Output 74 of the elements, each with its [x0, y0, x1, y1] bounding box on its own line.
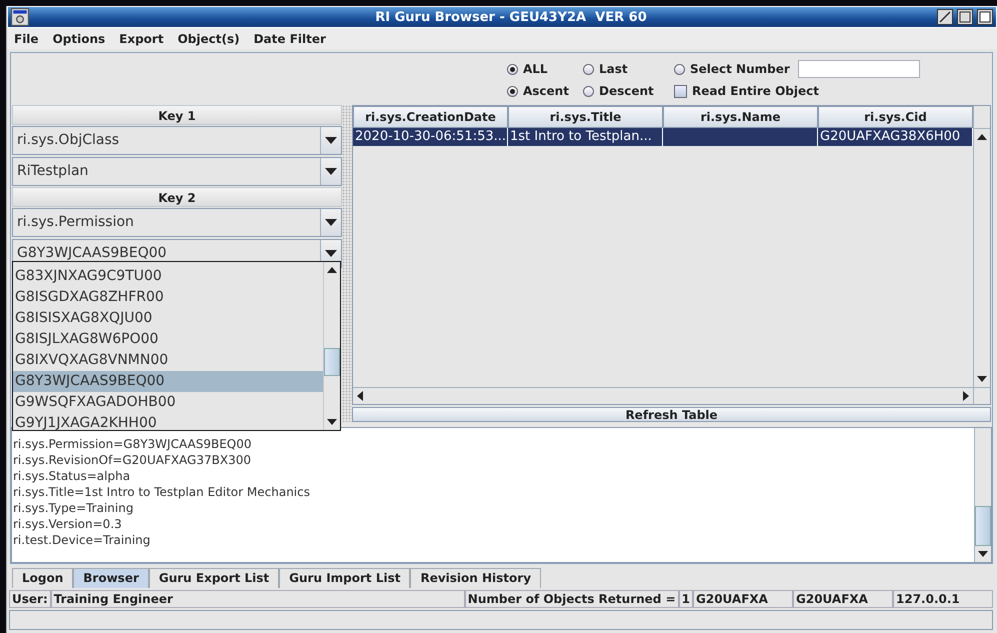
- column-header[interactable]: ri.sys.Cid: [818, 106, 973, 128]
- vertical-scrollbar[interactable]: [974, 428, 991, 562]
- scroll-down-icon[interactable]: [327, 419, 337, 425]
- list-item[interactable]: G9YJ1JXAGA2KHH00: [13, 413, 323, 430]
- tab[interactable]: Guru Export List: [148, 568, 280, 588]
- checkbox[interactable]: Read Entire Object: [674, 84, 922, 98]
- tab[interactable]: Logon: [12, 568, 74, 588]
- table-cell: 1st Intro to Testplan...: [510, 129, 652, 144]
- splitter-handle[interactable]: [342, 105, 352, 422]
- refresh-table-button[interactable]: Refresh Table: [352, 407, 991, 422]
- scroll-thumb[interactable]: [324, 348, 340, 376]
- status-field: G20UAFXA: [793, 590, 893, 608]
- radio-button[interactable]: Select Number: [674, 62, 798, 76]
- scroll-up-icon[interactable]: [977, 134, 987, 140]
- window-title: RI Guru Browser - GEU43Y2A VER 60: [374, 10, 648, 24]
- property-line: ri.sys.RevisionOf=G20UAFXAG37BX300: [13, 452, 252, 468]
- combo-box[interactable]: RiTestplan: [12, 157, 342, 186]
- menu-item[interactable]: Date Filter: [254, 32, 326, 46]
- radio-button[interactable]: Ascent: [507, 84, 583, 98]
- list-item[interactable]: G8ISGDXAG8ZHFR00: [13, 287, 323, 308]
- table-cell: 2020-10-30-06:51:53....: [355, 129, 507, 144]
- list-item[interactable]: G8ISISXAG8XQJU00: [13, 308, 323, 329]
- scroll-down-icon[interactable]: [978, 551, 988, 557]
- scroll-down-icon[interactable]: [977, 376, 987, 382]
- property-line: ri.sys.Status=alpha: [13, 468, 132, 484]
- column-header[interactable]: ri.sys.CreationDate: [353, 106, 508, 128]
- radio-button[interactable]: Descent: [583, 84, 674, 98]
- key-header: Key 2: [12, 187, 342, 207]
- scroll-left-icon[interactable]: [357, 391, 363, 401]
- radio-button[interactable]: Last: [583, 62, 674, 76]
- status-label: Number of Objects Returned =: [464, 590, 679, 608]
- property-line: ri.sys.Version=0.3: [13, 516, 123, 532]
- tab[interactable]: Revision History: [410, 568, 542, 588]
- key-header: Key 1: [12, 105, 342, 125]
- menu-item[interactable]: Export: [119, 32, 164, 46]
- dropdown-arrow-icon: [325, 219, 337, 226]
- column-header[interactable]: ri.sys.Name: [663, 106, 818, 128]
- horizontal-scrollbar[interactable]: [353, 387, 973, 404]
- close-icon[interactable]: [977, 9, 993, 25]
- object-count: 1: [678, 590, 693, 608]
- maximize-icon[interactable]: [957, 9, 973, 25]
- tab[interactable]: Guru Import List: [279, 568, 410, 588]
- menu-item[interactable]: File: [14, 32, 39, 46]
- dropdown-arrow-icon: [325, 137, 337, 144]
- table-cell: G20UAFXAG38X6H00: [820, 129, 960, 144]
- radio-button[interactable]: ALL: [507, 62, 583, 76]
- combo-box[interactable]: ri.sys.ObjClass: [12, 126, 342, 155]
- dropdown-arrow-icon: [325, 168, 337, 175]
- list-item[interactable]: G9WSQFXAGADOHB00: [13, 392, 323, 413]
- menu-item[interactable]: Options: [52, 32, 106, 46]
- property-line: ri.sys.Title=1st Intro to Testplan Editor Mechanics: [13, 484, 311, 500]
- list-item[interactable]: G8IXVQXAG8VNMN00: [13, 350, 323, 371]
- dropdown-arrow-icon: [325, 250, 337, 257]
- property-line: ri.sys.Permission=G8Y3WJCAAS9BEQ00: [13, 436, 252, 452]
- scroll-right-icon[interactable]: [963, 391, 969, 401]
- menu-item[interactable]: Object(s): [178, 32, 240, 46]
- property-line: ri.test.Device=Training: [13, 532, 152, 548]
- list-item[interactable]: G8Y3WJCAAS9BEQ00: [13, 371, 323, 392]
- vertical-scrollbar[interactable]: [973, 106, 990, 404]
- column-header[interactable]: ri.sys.Title: [508, 106, 663, 128]
- list-item[interactable]: G8ISJLXAG8W6PO00: [13, 329, 323, 350]
- combo-box[interactable]: ri.sys.Permission: [12, 208, 342, 237]
- list-item[interactable]: G83XJNXAG9C9TU00: [13, 266, 323, 287]
- status-field: 127.0.0.1: [893, 590, 993, 608]
- minimize-icon[interactable]: [937, 9, 953, 25]
- window-menu-icon[interactable]: [11, 8, 29, 26]
- status-field: G20UAFXA: [693, 590, 793, 608]
- user-name: Training Engineer: [50, 590, 465, 608]
- property-line: ri.sys.Type=Training: [13, 500, 134, 516]
- status-label: User:: [9, 590, 51, 608]
- number-field[interactable]: [798, 60, 920, 78]
- table-row[interactable]: 2020-10-30-06:51:53....1st Intro to Testplan... G20UAFXAG38X6H00: [353, 128, 973, 146]
- tab[interactable]: Browser: [73, 568, 149, 588]
- scrollbar[interactable]: [323, 262, 340, 430]
